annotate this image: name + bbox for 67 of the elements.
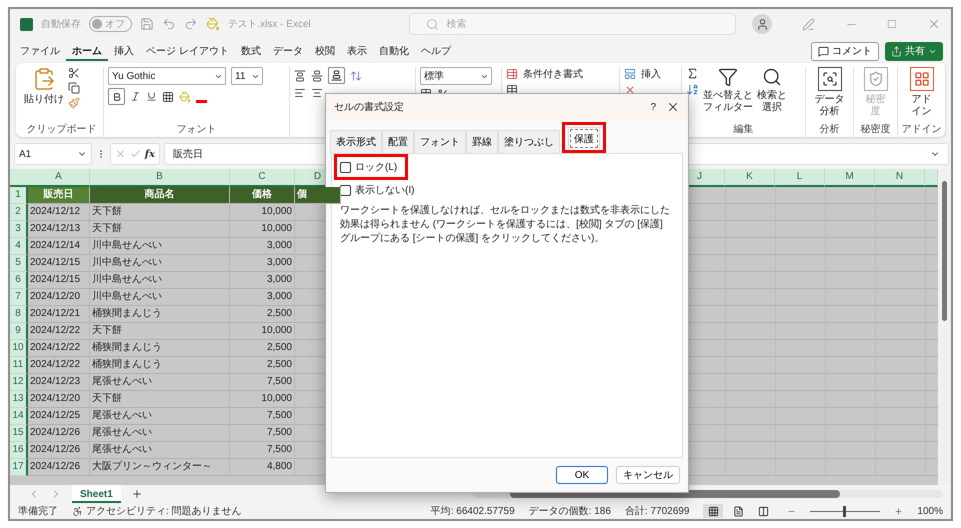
- group-label: アドイン: [902, 123, 942, 137]
- sum-value: 合計: 7702699: [624, 504, 690, 518]
- table-cell: 桶狭間まんじう: [90, 357, 230, 374]
- table-cell: 川中島せんべい: [90, 255, 230, 272]
- table-cell: 7,500: [230, 442, 295, 459]
- table-cell: 川中島せんべい: [90, 238, 230, 255]
- table-cell: 2024/12/22: [28, 340, 90, 357]
- table-cell: 2024/12/13: [28, 221, 90, 238]
- average-value: 平均: 66402.57759: [430, 505, 515, 518]
- protection-note: ワークシートを保護しなければ、セルをロックまたは数式を非表示にした効果は得られません (ワークシートを保護するには、[校閲] タブの [保護] グループにある [シートの保護] をクリックしてください)。: [340, 204, 671, 246]
- table-cell: 桶狭間まんじう: [90, 306, 230, 323]
- dialog-title: セルの書式設定: [334, 100, 405, 114]
- table-cell: 3,000: [230, 272, 295, 289]
- table-cell: 2024/12/22: [28, 323, 90, 340]
- table-cell: 尾張せんべい: [90, 408, 230, 425]
- table-cell: 2024/12/14: [28, 238, 90, 255]
- group-label: フォント: [176, 123, 216, 137]
- table-cell: 7,500: [230, 425, 295, 442]
- table-cell: 2024/12/12: [28, 204, 90, 221]
- header-cell: 商品名: [90, 187, 230, 204]
- header-cell: 価格: [230, 187, 295, 204]
- header-cell: 個: [295, 187, 341, 204]
- table-cell: 天下餅: [90, 204, 230, 221]
- table-cell: 2024/12/22: [28, 357, 90, 374]
- group-label: クリップボード: [26, 122, 96, 137]
- table-cell: 10,000: [230, 391, 295, 408]
- table-cell: 2,500: [230, 357, 295, 374]
- table-cell: 2024/12/15: [28, 255, 90, 272]
- table-cell: 2024/12/26: [28, 442, 90, 459]
- group-label: 編集: [734, 123, 754, 137]
- zoom-level: 100%: [917, 506, 943, 516]
- table-cell: 川中島せんべい: [90, 289, 230, 306]
- table-cell: 10,000: [230, 204, 295, 221]
- table-cell: 10,000: [230, 323, 295, 340]
- group-label: 秘密度: [860, 122, 890, 137]
- table-cell: 2024/12/15: [28, 272, 90, 289]
- table-cell: 天下餅: [90, 323, 230, 340]
- table-cell: 7,500: [230, 408, 295, 425]
- table-cell: 2024/12/21: [28, 306, 90, 323]
- table-cell: 天下餅: [90, 391, 230, 408]
- table-cell: 10,000: [230, 221, 295, 238]
- table-cell: 2024/12/26: [28, 459, 90, 476]
- table-cell: 尾張せんべい: [90, 374, 230, 391]
- table-cell: 3,000: [230, 255, 295, 272]
- table-cell: 川中島せんべい: [90, 272, 230, 289]
- table-cell: 尾張せんべい: [90, 442, 230, 459]
- table-cell: 2,500: [230, 340, 295, 357]
- window-title: テスト.xlsx - Excel: [227, 18, 311, 31]
- table-cell: 2024/12/26: [28, 425, 90, 442]
- status-text: 準備完了: [18, 504, 58, 518]
- table-cell: 桶狭間まんじう: [90, 340, 230, 357]
- table-cell: 2024/12/25: [28, 408, 90, 425]
- header-cell: 販売日: [28, 187, 90, 204]
- table-cell: 7,500: [230, 374, 295, 391]
- group-label: 分析: [820, 122, 840, 137]
- table-cell: 尾張せんべい: [90, 425, 230, 442]
- table-cell: 3,000: [230, 238, 295, 255]
- table-cell: 4,800: [230, 459, 295, 476]
- table-cell: 3,000: [230, 289, 295, 306]
- table-cell: 2024/12/20: [28, 391, 90, 408]
- table-cell: 大阪プリン～ウィンター～: [90, 459, 230, 476]
- count-value: データの個数: 186: [528, 505, 611, 518]
- table-cell: 2,500: [230, 306, 295, 323]
- table-cell: 2024/12/20: [28, 289, 90, 306]
- table-cell: 天下餅: [90, 221, 230, 238]
- autosave-label: 自動保存: [40, 18, 81, 31]
- table-cell: 2024/12/23: [28, 374, 90, 391]
